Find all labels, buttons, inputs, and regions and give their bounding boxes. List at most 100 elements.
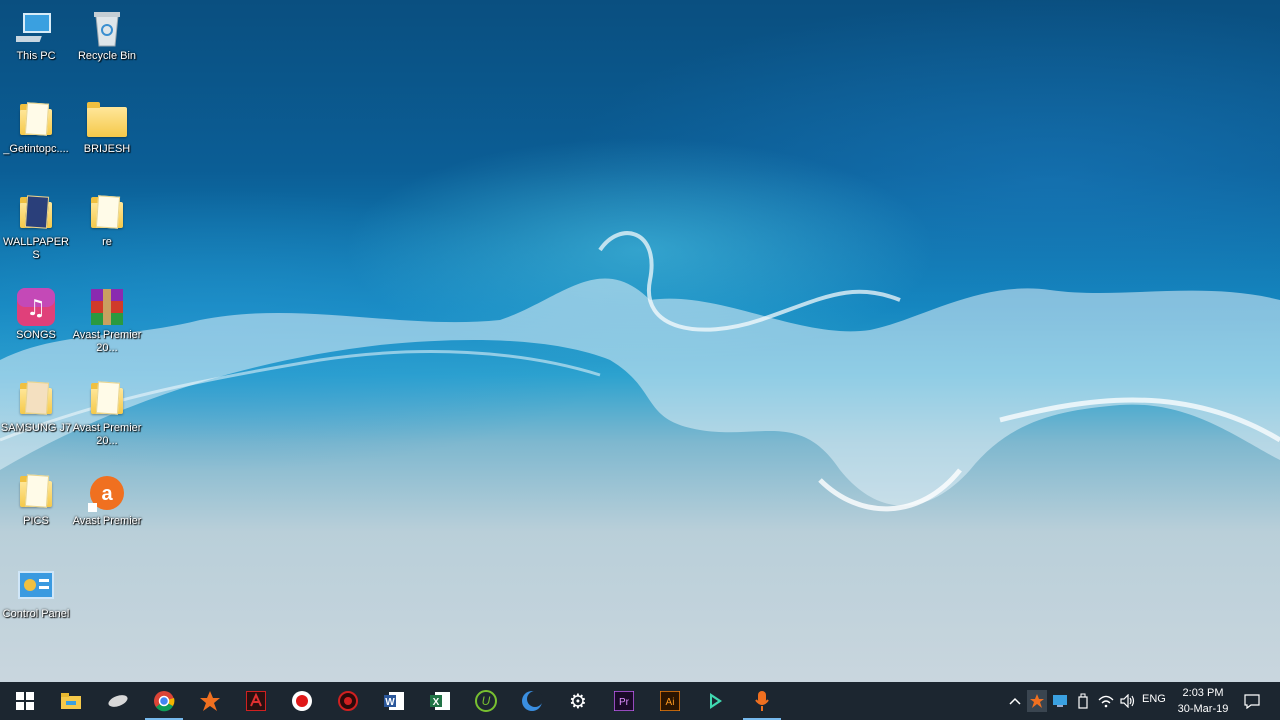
folder-icon bbox=[16, 473, 56, 513]
file-explorer-icon bbox=[61, 693, 81, 709]
folder-icon bbox=[16, 380, 56, 420]
notification-icon bbox=[1244, 693, 1260, 709]
tray-avast[interactable] bbox=[1027, 690, 1047, 712]
avast-icon: a bbox=[87, 473, 127, 513]
desktop-icon-avast-premier[interactable]: a Avast Premier bbox=[71, 473, 143, 528]
chevron-up-icon bbox=[1009, 697, 1021, 705]
tray-show-hidden-icons[interactable] bbox=[1005, 690, 1025, 712]
taskbar-word[interactable]: W bbox=[371, 682, 417, 720]
desktop-icon-this-pc[interactable]: This PC bbox=[0, 8, 72, 63]
clock[interactable]: 2:03 PM 30-Mar-19 bbox=[1172, 685, 1234, 717]
avast-icon bbox=[1030, 694, 1044, 708]
svg-text:a: a bbox=[101, 483, 113, 505]
svg-text:♫: ♫ bbox=[26, 296, 46, 321]
acrobat-icon bbox=[246, 691, 266, 711]
svg-text:X: X bbox=[433, 697, 440, 708]
desktop-icon-label: Recycle Bin bbox=[77, 50, 137, 62]
folder-icon bbox=[87, 101, 127, 141]
tray-usb[interactable] bbox=[1073, 690, 1093, 712]
wave-foam-decoration bbox=[0, 231, 1280, 512]
clock-time: 2:03 PM bbox=[1182, 687, 1224, 699]
desktop-icon-recycle-bin[interactable]: Recycle Bin bbox=[71, 8, 143, 63]
taskbar-acrobat[interactable] bbox=[233, 682, 279, 720]
desktop-icon-label: SAMSUNG J7 bbox=[0, 422, 72, 434]
tray-wifi[interactable] bbox=[1096, 690, 1116, 712]
start-button[interactable] bbox=[2, 682, 48, 720]
language-indicator[interactable]: ENG bbox=[1142, 693, 1166, 705]
filmora-icon bbox=[710, 693, 722, 709]
desktop-icon-re[interactable]: re bbox=[71, 194, 143, 249]
taskbar-chrome[interactable] bbox=[141, 682, 187, 720]
display-icon bbox=[1053, 695, 1067, 707]
taskbar-pen-app[interactable] bbox=[95, 682, 141, 720]
illustrator-icon: Ai bbox=[660, 691, 680, 711]
microphone-icon bbox=[755, 691, 769, 711]
settings-gear-icon: ⚙ bbox=[569, 689, 587, 713]
volume-icon bbox=[1120, 694, 1135, 708]
control-panel-icon bbox=[16, 566, 56, 606]
desktop-icon-label: SONGS bbox=[16, 329, 56, 341]
browser-moon-icon bbox=[522, 691, 543, 711]
taskbar-illustrator[interactable]: Ai bbox=[647, 682, 693, 720]
desktop-icon-avast-folder[interactable]: Avast Premier 20... bbox=[71, 380, 143, 448]
desktop-icon-getintopc[interactable]: _Getintopc.... bbox=[0, 101, 72, 156]
chrome-icon bbox=[154, 691, 175, 712]
desktop-wallpaper bbox=[0, 0, 1280, 682]
svg-text:Pr: Pr bbox=[619, 697, 630, 708]
desktop-icon-avast-archive[interactable]: Avast Premier 20... bbox=[71, 287, 143, 355]
desktop-icon-label: BRIJESH bbox=[83, 143, 131, 155]
recycle-bin-icon bbox=[87, 8, 127, 48]
word-icon: W bbox=[384, 692, 404, 710]
taskbar-avast[interactable] bbox=[187, 682, 233, 720]
music-icon: ♫ bbox=[16, 287, 56, 327]
desktop-icon-pics[interactable]: PICS bbox=[0, 473, 72, 528]
taskbar-game-app[interactable] bbox=[325, 682, 371, 720]
wifi-icon bbox=[1098, 695, 1114, 708]
winrar-archive-icon bbox=[87, 287, 127, 327]
taskbar-settings[interactable]: ⚙ bbox=[555, 682, 601, 720]
clock-date: 30-Mar-19 bbox=[1177, 703, 1229, 715]
desktop-icon-brijesh[interactable]: BRIJESH bbox=[71, 101, 143, 156]
desktop-icon-label: Avast Premier 20... bbox=[72, 422, 142, 447]
tray-volume[interactable] bbox=[1118, 690, 1138, 712]
windows-start-icon bbox=[16, 692, 34, 710]
taskbar-browser-moon[interactable] bbox=[509, 682, 555, 720]
this-pc-icon bbox=[7, 8, 56, 48]
svg-text:W: W bbox=[385, 697, 395, 708]
folder-icon bbox=[16, 101, 56, 141]
folder-icon bbox=[87, 380, 127, 420]
desktop-icon-label: Avast Premier 20... bbox=[72, 329, 142, 354]
taskbar-utorrent[interactable]: U bbox=[463, 682, 509, 720]
desktop-icon-label: _Getintopc.... bbox=[3, 143, 69, 155]
desktop-icon-label: re bbox=[102, 236, 112, 248]
desktop-icon-label: PICS bbox=[23, 515, 49, 527]
desktop-icon-label: Control Panel bbox=[2, 608, 70, 620]
svg-text:Ai: Ai bbox=[666, 697, 675, 708]
screen-recorder-icon bbox=[292, 691, 312, 711]
excel-icon: X bbox=[430, 692, 450, 710]
desktop-icon-label: Avast Premier bbox=[72, 515, 142, 527]
desktop-icon-control-panel[interactable]: Control Panel bbox=[0, 566, 72, 621]
game-app-icon bbox=[338, 691, 358, 711]
pen-app-icon bbox=[108, 695, 128, 707]
desktop-icon-wallpapers[interactable]: WALLPAPERS bbox=[0, 194, 72, 262]
avast-icon bbox=[200, 691, 220, 711]
taskbar-premiere[interactable]: Pr bbox=[601, 682, 647, 720]
desktop-icon-songs[interactable]: ♫ SONGS bbox=[0, 287, 72, 342]
taskbar-microphone[interactable] bbox=[739, 682, 785, 720]
folder-icon bbox=[16, 194, 56, 234]
desktop-icon-label: WALLPAPERS bbox=[2, 236, 70, 261]
taskbar-file-explorer[interactable] bbox=[48, 682, 94, 720]
utorrent-icon: U bbox=[475, 690, 497, 712]
svg-text:U: U bbox=[482, 694, 491, 708]
action-center-button[interactable] bbox=[1242, 690, 1262, 712]
desktop-icon-label: This PC bbox=[16, 50, 56, 62]
folder-icon bbox=[87, 194, 127, 234]
tray-network-drive[interactable] bbox=[1050, 690, 1070, 712]
taskbar-filmora[interactable] bbox=[693, 682, 739, 720]
premiere-icon: Pr bbox=[614, 691, 634, 711]
taskbar-excel[interactable]: X bbox=[417, 682, 463, 720]
desktop-icon-samsung-j7[interactable]: SAMSUNG J7 bbox=[0, 380, 72, 435]
usb-drive-icon bbox=[1078, 693, 1088, 709]
taskbar-screen-recorder[interactable] bbox=[279, 682, 325, 720]
